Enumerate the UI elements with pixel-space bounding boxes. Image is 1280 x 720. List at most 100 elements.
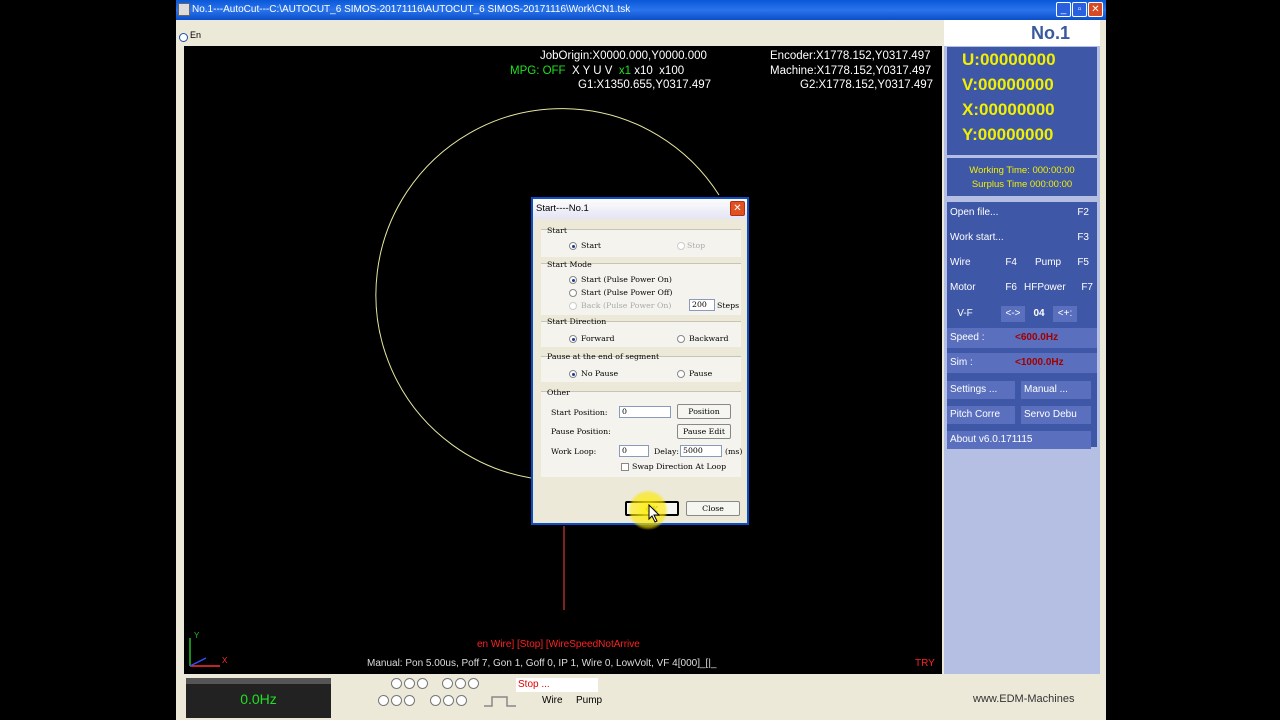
u-readout: U:00000000	[962, 50, 1056, 69]
motor-button[interactable]: Motor F6	[947, 277, 1021, 299]
pause-radio[interactable]	[677, 370, 685, 378]
servo-debug-button[interactable]: Servo Debu	[1021, 406, 1091, 424]
mpg-status: MPG: OFF	[510, 65, 566, 77]
wire-button[interactable]: Wire F4	[947, 252, 1021, 274]
indicator-icon	[378, 695, 389, 706]
dialog-close-icon[interactable]: ✕	[730, 201, 745, 216]
work-start-button[interactable]: Work start... F3	[947, 227, 1097, 249]
maximize-button[interactable]: ▫	[1072, 2, 1087, 17]
language-selector[interactable]: En	[176, 30, 201, 44]
no-pause-label: No Pause	[581, 369, 619, 378]
mode-back-radio[interactable]	[569, 302, 577, 310]
pause-group-label: Pause at the end of segment	[547, 352, 660, 361]
motor-label: Motor	[950, 282, 976, 293]
frequency-display: 0.0Hz	[186, 678, 331, 718]
indicator-icon	[455, 678, 466, 689]
other-group-label: Other	[547, 388, 570, 397]
indicator-icon	[443, 695, 454, 706]
mode-back-label: Back (Pulse Power On)	[581, 301, 672, 310]
speed-value: <600.0Hz	[1015, 332, 1059, 343]
mpg-x1[interactable]: x1	[619, 65, 631, 77]
pause-edit-button[interactable]: Pause Edit	[677, 424, 731, 439]
close-button[interactable]: ✕	[1088, 2, 1103, 17]
steps-input[interactable]: 200	[689, 299, 715, 311]
language-icon	[179, 33, 188, 42]
forward-radio[interactable]	[569, 335, 577, 343]
manual-parameters: Manual: Pon 5.00us, Poff 7, Gon 1, Goff …	[367, 658, 717, 669]
function-menu: Open file... F2 Work start... F3 Wire F4 Pu…	[947, 202, 1097, 449]
mode-power-off-radio[interactable]	[569, 289, 577, 297]
no-pause-radio[interactable]	[569, 370, 577, 378]
stop-radio-label: Stop	[687, 241, 706, 250]
pump-button[interactable]: Pump F5	[1021, 252, 1097, 274]
start-radio[interactable]	[569, 242, 577, 250]
dialog-title: Start----No.1	[536, 203, 589, 214]
control-panel: No.1 U:00000000 V:00000000 X:00000000 Y:…	[944, 20, 1100, 674]
mode-power-on-label: Start (Pulse Power On)	[581, 275, 672, 284]
stop-radio[interactable]	[677, 242, 685, 250]
mode-power-off-label: Start (Pulse Power Off)	[581, 288, 673, 297]
indicator-icon	[404, 695, 415, 706]
mode-power-on-radio[interactable]	[569, 276, 577, 284]
hfpower-button[interactable]: HFPower F7	[1021, 277, 1097, 299]
job-origin: JobOrigin:X0000.000,Y0000.000	[540, 50, 707, 62]
manual-button[interactable]: Manual ...	[1021, 381, 1091, 399]
start-mode-label: Start Mode	[547, 260, 592, 269]
pump-key: F5	[1077, 257, 1089, 268]
mouse-cursor-icon	[648, 504, 661, 523]
g2-readout: G2:X1778.152,Y0317.497	[800, 79, 934, 91]
work-loop-label: Work Loop:	[551, 447, 597, 456]
axis-x-label: X	[222, 656, 228, 665]
x-readout: X:00000000	[962, 100, 1055, 119]
indicator-icon	[391, 695, 402, 706]
close-button[interactable]: Close	[686, 501, 740, 516]
mpg-x100[interactable]: x100	[659, 65, 684, 77]
time-display: Working Time: 000:00:00 Surplus Time 000…	[947, 158, 1097, 196]
work-loop-input[interactable]: 0	[619, 445, 649, 457]
swap-direction-checkbox[interactable]	[621, 463, 629, 471]
machine-number: No.1	[944, 20, 1100, 46]
status-line: en Wire] [Stop] [WireSpeedNotArrive	[477, 639, 640, 650]
window-title: No.1---AutoCut---C:\AUTOCUT_6 SIMOS-2017…	[192, 4, 631, 15]
minimize-button[interactable]: _	[1056, 2, 1071, 17]
vf-increase-button[interactable]: <+:	[1053, 306, 1077, 322]
backward-radio[interactable]	[677, 335, 685, 343]
start-position-input[interactable]: 0	[619, 406, 671, 418]
indicator-icon	[442, 678, 453, 689]
pitch-correction-button[interactable]: Pitch Corre	[947, 406, 1015, 424]
app-icon	[178, 3, 190, 16]
vf-value: 04	[1027, 306, 1051, 322]
mpg-axes[interactable]: X Y U V	[572, 65, 613, 77]
hfpower-label: HFPower	[1024, 282, 1066, 293]
sim-value: <1000.0Hz	[1015, 357, 1064, 368]
position-button[interactable]: Position	[677, 404, 731, 419]
bottom-bar: 0.0Hz Stop ... Wire Pump www.EDM-Machine…	[176, 676, 1106, 720]
pulse-waveform-icon	[484, 696, 516, 707]
open-file-button[interactable]: Open file... F2	[947, 202, 1097, 224]
stop-status: Stop ...	[516, 678, 598, 692]
backward-label: Backward	[689, 334, 729, 343]
pause-label: Pause	[689, 369, 713, 378]
vf-decrease-button[interactable]: <->	[1001, 306, 1025, 322]
start-radio-label: Start	[581, 241, 601, 250]
wire-key: F4	[1005, 257, 1017, 268]
g1-readout: G1:X1350.655,Y0317.497	[578, 79, 712, 91]
work-start-key: F3	[1077, 232, 1089, 243]
about-button[interactable]: About v6.0.171115	[947, 431, 1091, 449]
encoder-readout: Encoder:X1778.152,Y0317.497	[770, 50, 931, 62]
axis-y-label: Y	[194, 631, 200, 640]
indicator-icon	[417, 678, 428, 689]
language-label: En	[190, 30, 202, 40]
indicator-icon	[456, 695, 467, 706]
ms-label: (ms)	[725, 447, 743, 456]
pump-indicator: Pump	[576, 695, 603, 706]
mpg-row: MPG: OFF X Y U V x1 x10 x100	[510, 65, 684, 77]
steps-label: Steps	[717, 301, 740, 310]
title-bar: No.1---AutoCut---C:\AUTOCUT_6 SIMOS-2017…	[176, 0, 1106, 20]
brand-label: www.EDM-Machines	[973, 693, 1075, 705]
motor-key: F6	[1005, 282, 1017, 293]
settings-button[interactable]: Settings ...	[947, 381, 1015, 399]
indicator-icon	[468, 678, 479, 689]
delay-input[interactable]: 5000	[680, 445, 722, 457]
mpg-x10[interactable]: x10	[634, 65, 653, 77]
